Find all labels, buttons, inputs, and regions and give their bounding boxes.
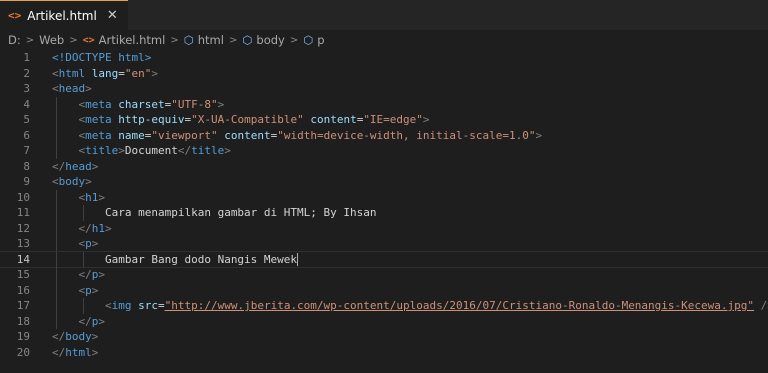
breadcrumb-drive[interactable]: D: bbox=[8, 33, 21, 47]
current-code-line: 14 Gambar Bang dodo Nangis Mewek bbox=[0, 250, 768, 268]
line-number: 17 bbox=[16, 299, 30, 312]
breadcrumb-file[interactable]: <> Artikel.html bbox=[83, 33, 166, 47]
tab-bar: <> Artikel.html ✕ bbox=[0, 0, 768, 30]
element-cube-icon: ⬡ bbox=[183, 33, 194, 47]
chevron-right-icon: > bbox=[69, 34, 78, 46]
breadcrumb-symbol-p[interactable]: ⬡ p bbox=[303, 33, 324, 47]
code-line: 18 </p> bbox=[0, 313, 768, 329]
chevron-right-icon: > bbox=[170, 34, 179, 46]
line-number: 6 bbox=[23, 128, 30, 142]
code-line: 10 <h1> bbox=[0, 189, 768, 205]
code-line: 15 </p> bbox=[0, 267, 768, 283]
line-number: 9 bbox=[23, 175, 30, 188]
breadcrumb-folder[interactable]: Web bbox=[39, 33, 64, 47]
chevron-right-icon: > bbox=[228, 34, 238, 46]
code-line: 6 <meta name="viewport" content="width=d… bbox=[0, 127, 768, 143]
line-number: 1 bbox=[23, 51, 30, 64]
line-number: 20 bbox=[16, 345, 30, 359]
line-number: 13 bbox=[16, 237, 30, 250]
line-number: 7 bbox=[23, 144, 30, 157]
text-cursor bbox=[297, 253, 299, 266]
line-number: 10 bbox=[16, 190, 30, 204]
element-cube-icon: ⬡ bbox=[242, 33, 253, 47]
line-number: 15 bbox=[16, 268, 30, 281]
code-line: 20 </html> bbox=[0, 345, 768, 361]
line-number: 3 bbox=[23, 82, 30, 95]
code-line: 5 <meta http-equiv="X-UA-Compatible" con… bbox=[0, 112, 768, 128]
code-line: 9 <body> bbox=[0, 174, 768, 190]
code-editor[interactable]: 1 <!DOCTYPE html> 2 <html lang="en"> 3 <… bbox=[0, 50, 768, 360]
close-icon[interactable]: ✕ bbox=[107, 8, 118, 23]
line-number: 2 bbox=[23, 66, 30, 80]
code-line: 8 </head> bbox=[0, 159, 768, 175]
chevron-right-icon: > bbox=[25, 34, 35, 46]
code-line: 19 </body> bbox=[0, 329, 768, 345]
breadcrumb: D: > Web > <> Artikel.html > ⬡ html > ⬡ … bbox=[0, 30, 768, 50]
code-line: 11 Cara menampilkan gambar di HTML; By I… bbox=[0, 205, 768, 221]
code-line: 16 <p> bbox=[0, 282, 768, 298]
line-number: 4 bbox=[23, 97, 30, 111]
line-number: 16 bbox=[16, 283, 30, 297]
line-number: 14 bbox=[16, 252, 30, 266]
code-line: 13 <p> bbox=[0, 236, 768, 252]
line-number: 18 bbox=[16, 314, 30, 328]
html-file-icon: <> bbox=[82, 34, 95, 46]
breadcrumb-symbol-body[interactable]: ⬡ body bbox=[242, 33, 285, 47]
element-cube-icon: ⬡ bbox=[303, 33, 314, 47]
editor-tab[interactable]: <> Artikel.html ✕ bbox=[0, 0, 128, 30]
code-line: 12 </h1> bbox=[0, 220, 768, 236]
html-file-icon: <> bbox=[8, 9, 22, 22]
img-src-link[interactable]: "http://www.jberita.com/wp-content/uploa… bbox=[165, 299, 754, 312]
line-number: 8 bbox=[23, 159, 30, 173]
code-line: 2 <html lang="en"> bbox=[0, 66, 768, 82]
code-line: 7 <title>Document</title> bbox=[0, 143, 768, 159]
code-line: 17 <img src="http://www.jberita.com/wp-c… bbox=[0, 298, 768, 314]
tab-title: Artikel.html bbox=[27, 8, 97, 23]
line-number: 19 bbox=[16, 330, 30, 343]
breadcrumb-symbol-html[interactable]: ⬡ html bbox=[184, 33, 224, 47]
code-line: 4 <meta charset="UTF-8"> bbox=[0, 96, 768, 112]
code-line: 3 <head> bbox=[0, 81, 768, 97]
line-number: 11 bbox=[16, 206, 30, 219]
line-number: 12 bbox=[16, 221, 30, 235]
chevron-right-icon: > bbox=[289, 34, 299, 46]
code-line: 1 <!DOCTYPE html> bbox=[0, 50, 768, 66]
line-number: 5 bbox=[23, 113, 30, 126]
